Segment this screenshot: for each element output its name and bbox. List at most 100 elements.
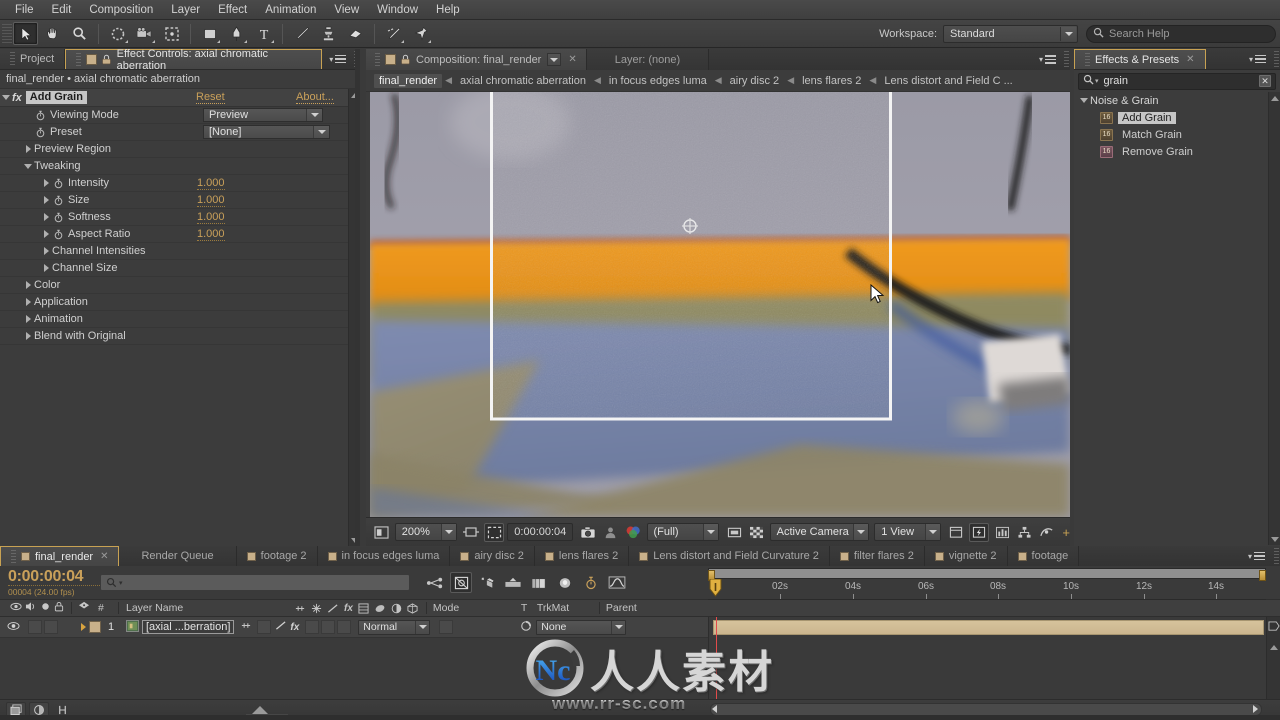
breadcrumb-item-final-render[interactable]: final_render: [374, 73, 443, 88]
timeline-tab-footage[interactable]: footage: [1007, 546, 1080, 566]
toggle-transparency-grid-icon[interactable]: [484, 522, 505, 542]
layer-effects-switch[interactable]: fx: [290, 622, 299, 633]
menu-item-view[interactable]: View: [325, 1, 368, 19]
clone-stamp-tool[interactable]: [316, 22, 341, 45]
property-group-animation[interactable]: Animation: [0, 311, 348, 328]
property-value-aspect-ratio[interactable]: 1.000: [197, 228, 225, 241]
disclosure-triangle[interactable]: [40, 213, 52, 221]
layer-label-color[interactable]: [89, 621, 101, 633]
layer-name[interactable]: [axial ...berration]: [142, 620, 235, 634]
timeline-tab-lens-distort-field-curvature-2[interactable]: Lens distort and Field Curvature 2: [629, 546, 830, 566]
column-header-trkmat[interactable]: TrkMat: [537, 602, 599, 614]
menu-item-effect[interactable]: Effect: [209, 1, 256, 19]
hand-tool[interactable]: [40, 22, 65, 45]
video-switch-icon[interactable]: [10, 601, 22, 615]
reset-button[interactable]: Reset: [196, 91, 225, 104]
tab-project[interactable]: Project: [0, 49, 66, 69]
column-header-layer-name[interactable]: Layer Name: [126, 602, 294, 614]
scroll-down-icon[interactable]: [1269, 533, 1280, 545]
layer-quality-switch[interactable]: [275, 620, 287, 634]
timeline-panel-icon[interactable]: [992, 523, 1012, 542]
toolbar-grip[interactable]: [2, 23, 12, 44]
layer-lock-toggle[interactable]: [60, 620, 74, 634]
stopwatch-icon[interactable]: [52, 228, 65, 241]
type-tool[interactable]: T: [251, 22, 276, 45]
property-group-application[interactable]: Application: [0, 294, 348, 311]
breadcrumb-item-lens-distort[interactable]: Lens distort and Field C ...: [879, 74, 1017, 88]
tab-composition[interactable]: Composition: final_render ✕: [366, 49, 587, 70]
disclosure-triangle[interactable]: [22, 163, 34, 169]
exposure-value-icon[interactable]: +: [1062, 525, 1070, 540]
layer-parent-dropdown[interactable]: None: [536, 619, 627, 635]
disclosure-triangle[interactable]: [22, 315, 34, 323]
composition-tab-dropdown[interactable]: [547, 53, 562, 66]
property-value-intensity[interactable]: 1.000: [197, 177, 225, 190]
work-area-bar[interactable]: [708, 568, 1266, 581]
property-value-softness[interactable]: 1.000: [197, 211, 225, 224]
property-group-blend-with-original[interactable]: Blend with Original: [0, 328, 348, 345]
stopwatch-icon[interactable]: [34, 126, 47, 139]
timeline-tab-render-queue[interactable]: Render Queue: [119, 546, 237, 566]
stopwatch-icon[interactable]: [52, 177, 65, 190]
solo-switch-icon[interactable]: [41, 602, 50, 614]
timeline-tab-in-focus-edges-luma[interactable]: in focus edges luma: [317, 546, 451, 566]
column-header-parent[interactable]: Parent: [606, 602, 716, 614]
property-row-softness[interactable]: Softness 1.000: [0, 209, 348, 226]
layer-collapse-switch[interactable]: [257, 620, 272, 634]
layer-motion-blur-switch[interactable]: [321, 620, 336, 634]
effects-presets-panel-menu[interactable]: ▾: [1242, 49, 1273, 69]
layer-audio-toggle[interactable]: [28, 620, 42, 634]
composition-mini-flowchart-icon[interactable]: [424, 572, 446, 593]
effect-item-match-grain[interactable]: 16 Match Grain: [1074, 126, 1280, 143]
disclosure-triangle[interactable]: [1078, 98, 1090, 103]
search-help-input[interactable]: Search Help: [1086, 24, 1276, 43]
zoom-tool[interactable]: [67, 22, 92, 45]
show-snapshot-icon[interactable]: [601, 523, 621, 542]
chevron-down-icon[interactable]: ▾: [1095, 77, 1099, 85]
disclosure-triangle[interactable]: [40, 264, 52, 272]
roto-brush-tool[interactable]: [381, 22, 406, 45]
disclosure-triangle[interactable]: [22, 332, 34, 340]
effects-search-input[interactable]: ▾ grain ✕: [1078, 72, 1276, 90]
brainstorm-icon[interactable]: [554, 572, 576, 593]
property-row-size[interactable]: Size 1.000: [0, 192, 348, 209]
property-row-preset[interactable]: Preset [None]: [0, 124, 348, 141]
current-time-indicator[interactable]: [709, 579, 722, 599]
zoom-level-select[interactable]: 200%: [394, 523, 457, 541]
brush-tool[interactable]: [289, 22, 314, 45]
stopwatch-icon[interactable]: [52, 211, 65, 224]
current-time-display[interactable]: 0:00:00:04 00004 (24.00 fps): [0, 568, 100, 597]
property-group-channel-intensities[interactable]: Channel Intensities: [0, 243, 348, 260]
hide-shy-layers-icon[interactable]: [476, 572, 498, 593]
property-row-aspect-ratio[interactable]: Aspect Ratio 1.000: [0, 226, 348, 243]
menu-item-edit[interactable]: Edit: [43, 1, 81, 19]
column-header-t[interactable]: T: [521, 602, 537, 614]
panel-edge-grip[interactable]: [1063, 49, 1070, 70]
panel-edge-grip[interactable]: [1273, 49, 1280, 69]
tab-layer[interactable]: Layer: (none): [586, 49, 710, 70]
column-header-mode[interactable]: Mode: [433, 602, 521, 614]
close-icon[interactable]: ✕: [1186, 54, 1194, 65]
close-icon[interactable]: ✕: [100, 551, 108, 562]
layer-frame-blend-switch[interactable]: [305, 620, 320, 634]
stopwatch-icon[interactable]: [34, 109, 47, 122]
region-of-interest-icon[interactable]: [462, 523, 482, 542]
viewer-timecode[interactable]: 0:00:00:04: [507, 523, 574, 541]
effect-header-row[interactable]: fx Add Grain Reset About...: [0, 89, 348, 107]
chevron-down-icon[interactable]: ▾: [119, 579, 123, 587]
property-row-intensity[interactable]: Intensity 1.000: [0, 175, 348, 192]
effect-controls-panel-menu[interactable]: ▾: [322, 49, 353, 69]
disclosure-triangle[interactable]: [22, 298, 34, 306]
disclosure-triangle[interactable]: [40, 179, 52, 187]
about-button[interactable]: About...: [296, 91, 334, 104]
workspace-select[interactable]: Standard: [943, 24, 1078, 43]
comp-flowchart-icon[interactable]: [1015, 523, 1035, 542]
layer-video-toggle[interactable]: [7, 620, 20, 635]
camera-tool[interactable]: [132, 22, 157, 45]
take-snapshot-icon[interactable]: [578, 523, 598, 542]
view-count-select[interactable]: 1 View: [874, 523, 942, 541]
timeline-search-input[interactable]: ▾: [100, 574, 410, 591]
layer-mode-dropdown[interactable]: Normal: [358, 619, 431, 635]
channel-rgb-icon[interactable]: [624, 523, 644, 542]
shape-tool[interactable]: [197, 22, 222, 45]
